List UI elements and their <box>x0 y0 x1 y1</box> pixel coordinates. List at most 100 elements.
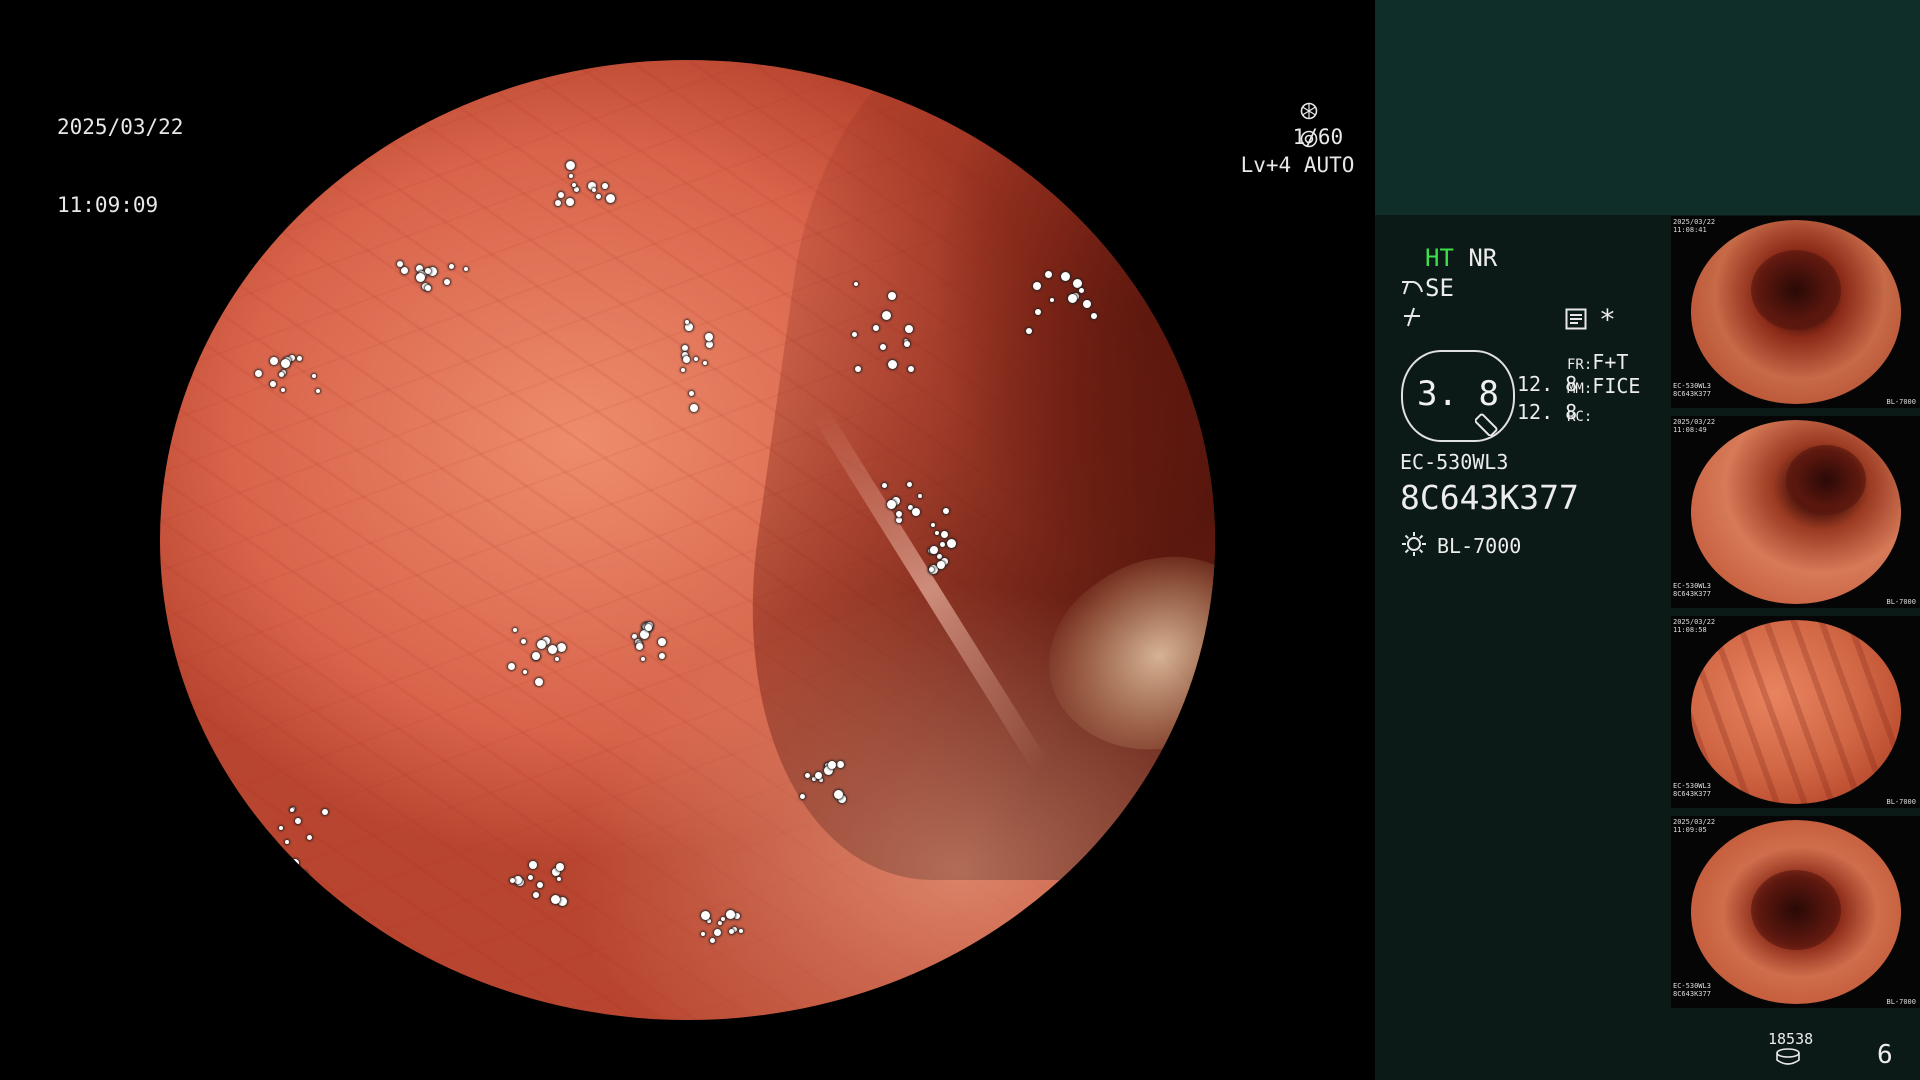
specular-highlight <box>937 560 946 569</box>
exposure-overlay: Lv+4 AUTO <box>1190 126 1355 204</box>
thumbnail-model: EC-530WL3 <box>1673 582 1711 590</box>
specular-highlight <box>942 508 949 515</box>
specular-highlight <box>940 541 946 547</box>
specular-highlight <box>425 267 432 274</box>
date-time-overlay: 2025/03/22 11:09:09 <box>57 62 183 270</box>
panel-header-area <box>1375 0 1920 215</box>
specular-highlight <box>285 839 290 844</box>
specular-highlight <box>535 677 544 686</box>
specular-highlight <box>930 545 939 554</box>
specular-highlight <box>311 373 316 378</box>
specular-highlight <box>444 279 451 286</box>
specular-highlight <box>555 657 560 662</box>
thumbnail-image <box>1691 620 1901 804</box>
star-indicator: * <box>1599 303 1616 336</box>
iris-mode: AUTO <box>1303 153 1355 177</box>
specular-highlight <box>685 323 694 332</box>
specular-highlight <box>934 531 939 536</box>
specular-highlight <box>269 356 278 365</box>
specular-highlight <box>657 637 666 646</box>
thumbnail-serial: 8C643K377 <box>1673 390 1711 398</box>
structure-enhance-icon <box>1402 281 1423 295</box>
se-indicator: SE <box>1425 274 1454 302</box>
specular-highlight <box>595 194 601 200</box>
nr-indicator: NR <box>1468 244 1498 272</box>
specular-highlight <box>709 938 715 944</box>
specular-highlight <box>529 861 538 870</box>
mm-value: FICE <box>1592 374 1641 398</box>
specular-highlight <box>295 817 302 824</box>
specular-highlight <box>946 539 956 549</box>
specular-highlight <box>706 340 714 348</box>
exam-date: 2025/03/22 <box>57 115 184 139</box>
specular-highlight <box>682 356 690 364</box>
specular-highlight <box>565 160 575 170</box>
scope-serial: 8C643K377 <box>1400 478 1579 517</box>
specular-highlight <box>464 267 469 272</box>
specular-highlight <box>306 834 312 840</box>
exam-time: 11:09:09 <box>57 193 159 217</box>
specular-highlight <box>1034 309 1041 316</box>
specular-highlight <box>720 917 725 922</box>
thumbnail-image <box>1691 820 1901 1004</box>
specular-highlight <box>533 891 539 898</box>
specular-highlight <box>907 481 913 487</box>
specular-highlight <box>702 360 707 365</box>
specular-highlight <box>888 359 898 369</box>
specular-highlight <box>556 642 566 652</box>
specular-highlight <box>514 875 522 884</box>
capture-thumbnail[interactable]: 2025/03/22 11:08:41 EC-530WL3 8C643K377 … <box>1671 216 1920 408</box>
thumbnail-model: EC-530WL3 <box>1673 782 1711 790</box>
specular-highlight <box>523 669 528 674</box>
thumbnail-time: 11:09:05 <box>1673 826 1707 834</box>
specular-highlight <box>713 928 721 936</box>
scope-model: EC-530WL3 <box>1400 450 1509 474</box>
specular-highlight <box>536 881 543 888</box>
light-source-model: BL-7000 <box>1437 534 1522 558</box>
thumbnail-date: 2025/03/22 <box>1673 418 1716 426</box>
specular-highlight <box>739 928 744 933</box>
specular-highlight <box>819 778 824 783</box>
capture-thumbnail[interactable]: 2025/03/22 11:09:05 EC-530WL3 8C643K377 … <box>1671 816 1920 1008</box>
specular-highlight <box>521 639 527 645</box>
specular-highlight <box>911 507 920 516</box>
specular-highlight <box>566 198 574 207</box>
specular-highlight <box>1061 272 1071 282</box>
specular-highlight <box>705 333 714 342</box>
specular-highlight <box>896 511 903 518</box>
specular-highlight <box>289 808 294 813</box>
thumbnail-source: BL-7000 <box>1886 998 1916 1006</box>
specular-highlight <box>555 199 562 206</box>
specular-highlight <box>297 356 303 362</box>
endoscopic-image <box>160 60 1215 1020</box>
procedure-counter: 18538 <box>1768 1030 1814 1048</box>
specular-highlight <box>828 760 837 769</box>
info-panel: HT NR SE * 3. 8 12. 8 12. 8 FR:F+T MM:FI… <box>1375 0 1920 1080</box>
thumbnail-model: EC-530WL3 <box>1673 982 1711 990</box>
specular-highlight <box>854 365 861 372</box>
specular-highlight <box>602 183 609 190</box>
specular-highlight <box>904 325 913 334</box>
ht-indicator: HT <box>1425 244 1454 272</box>
specular-highlight <box>400 266 408 274</box>
thumbnail-source: BL-7000 <box>1886 798 1916 806</box>
specular-highlight <box>680 368 685 373</box>
capture-thumbnail[interactable]: 2025/03/22 11:08:49 EC-530WL3 8C643K377 … <box>1671 416 1920 608</box>
endoscope-live-view: 2025/03/22 11:09:09 1/60 Lv+4 AUTO <box>0 0 1375 1080</box>
specular-highlight <box>681 345 688 352</box>
thumbnail-time: 11:08:49 <box>1673 426 1707 434</box>
specular-highlight <box>694 357 699 362</box>
specular-highlight <box>1067 293 1077 303</box>
specular-highlight <box>851 332 857 338</box>
specular-highlight <box>904 341 911 348</box>
specular-highlight <box>896 516 903 523</box>
specular-highlight <box>636 643 644 651</box>
specular-highlight <box>507 662 515 670</box>
specular-highlight <box>800 793 806 799</box>
specular-highlight <box>1079 288 1085 294</box>
capture-thumbnail[interactable]: 2025/03/22 11:08:58 EC-530WL3 8C643K377 … <box>1671 616 1920 808</box>
specular-highlight <box>684 320 689 325</box>
specular-highlight <box>1072 279 1082 289</box>
specular-highlight <box>700 910 710 920</box>
thumbnail-model: EC-530WL3 <box>1673 382 1711 390</box>
